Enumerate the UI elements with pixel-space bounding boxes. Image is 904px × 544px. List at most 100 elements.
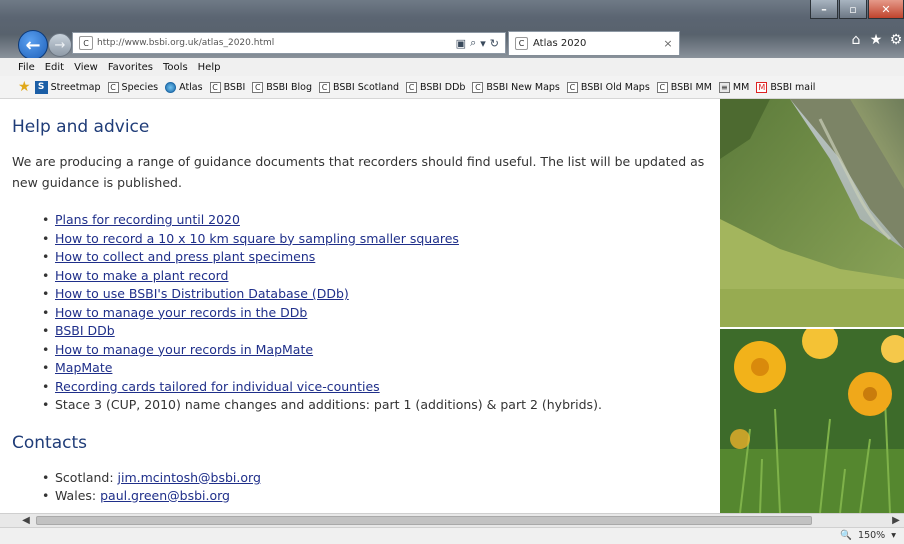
address-bar[interactable]: C http://www.bsbi.org.uk/atlas_2020.html… xyxy=(72,32,506,54)
dropdown-icon[interactable]: ▾ xyxy=(480,37,486,50)
scroll-right-icon[interactable]: ▶ xyxy=(888,514,904,527)
minimize-button[interactable]: – xyxy=(810,0,838,19)
contacts-heading: Contacts xyxy=(12,432,87,453)
favorite-label: BSBI xyxy=(223,81,246,93)
page-icon: C xyxy=(566,81,578,93)
list-item: How to use BSBI's Distribution Database … xyxy=(42,285,717,304)
valley-photo xyxy=(720,99,904,327)
favorite-bsbi-mm[interactable]: C BSBI MM xyxy=(656,81,712,93)
favorite-streetmap[interactable]: S Streetmap xyxy=(34,80,101,94)
horizontal-scrollbar[interactable]: ◀ ▶ xyxy=(0,513,904,527)
scrollbar-thumb[interactable] xyxy=(36,516,812,525)
page-icon: C xyxy=(472,81,484,93)
yellow-flowers-photo xyxy=(720,329,904,513)
list-item: How to manage your records in the DDb xyxy=(42,304,717,323)
link-record-10km-square[interactable]: How to record a 10 x 10 km square by sam… xyxy=(55,231,459,246)
menu-view[interactable]: View xyxy=(74,62,98,73)
maximize-button[interactable]: ▫ xyxy=(839,0,867,19)
list-item: How to make a plant record xyxy=(42,267,717,286)
list-item: Stace 3 (CUP, 2010) name changes and add… xyxy=(42,396,717,415)
home-icon[interactable]: ⌂ xyxy=(848,32,864,48)
favorite-bsbi[interactable]: C BSBI xyxy=(209,81,246,93)
page-favicon-icon: C xyxy=(79,36,93,50)
favorite-label: BSBI MM xyxy=(670,81,712,93)
main-column: Help and advice We are producing a range… xyxy=(12,99,717,505)
favorite-label: BSBI Blog xyxy=(266,81,312,93)
link-manage-records-ddb[interactable]: How to manage your records in the DDb xyxy=(55,305,307,320)
zoom-level: 150% xyxy=(858,530,886,541)
menu-tools[interactable]: Tools xyxy=(163,62,188,73)
page-heading: Help and advice xyxy=(12,117,150,137)
chevron-down-icon[interactable]: ▾ xyxy=(891,530,896,541)
menu-help[interactable]: Help xyxy=(198,62,221,73)
arrow-left-icon: ← xyxy=(25,34,41,56)
globe-icon xyxy=(165,81,177,93)
close-window-button[interactable]: ✕ xyxy=(868,0,904,19)
link-mapmate[interactable]: MapMate xyxy=(55,360,112,375)
contacts-list: Scotland: jim.mcintosh@bsbi.org Wales: p… xyxy=(42,469,717,505)
address-url[interactable]: http://www.bsbi.org.uk/atlas_2020.html xyxy=(97,38,456,48)
page-content: Help and advice We are producing a range… xyxy=(0,99,904,513)
gear-icon[interactable]: ⚙ xyxy=(888,32,904,48)
favorite-bsbi-blog[interactable]: C BSBI Blog xyxy=(252,81,312,93)
menu-file[interactable]: File xyxy=(18,62,35,73)
page-icon: C xyxy=(656,81,668,93)
link-collect-press-specimens[interactable]: How to collect and press plant specimens xyxy=(55,249,315,264)
zoom-control[interactable]: 🔍 150% ▾ xyxy=(840,530,896,541)
favorite-mm[interactable]: ≡ MM xyxy=(718,81,750,93)
list-item: BSBI DDb xyxy=(42,322,717,341)
grid-icon: ≡ xyxy=(718,81,730,93)
arrow-right-icon: → xyxy=(54,37,66,53)
contact-label: Scotland: xyxy=(55,469,118,485)
favorite-bsbi-old-maps[interactable]: C BSBI Old Maps xyxy=(566,81,650,93)
page-icon: C xyxy=(209,81,221,93)
browser-titlebar: – ▫ ✕ ← → C http://www.bsbi.org.uk/atlas… xyxy=(0,0,904,60)
list-item: Recording cards tailored for individual … xyxy=(42,378,717,397)
menu-edit[interactable]: Edit xyxy=(45,62,64,73)
favorites-star-icon[interactable]: ★ xyxy=(868,32,884,48)
window-controls: – ▫ ✕ xyxy=(809,0,904,22)
s-icon: S xyxy=(34,80,48,94)
favorite-atlas[interactable]: Atlas xyxy=(165,81,203,93)
list-item: Wales: paul.green@bsbi.org xyxy=(42,487,717,505)
page-icon: C xyxy=(107,81,119,93)
link-manage-records-mapmate[interactable]: How to manage your records in MapMate xyxy=(55,342,313,357)
favorite-bsbi-mail[interactable]: M BSBI mail xyxy=(756,81,816,93)
scroll-left-icon[interactable]: ◀ xyxy=(18,514,34,527)
favorite-label: BSBI Scotland xyxy=(333,81,400,93)
gmail-icon: M xyxy=(756,81,768,93)
contact-email-scotland[interactable]: jim.mcintosh@bsbi.org xyxy=(118,470,261,485)
contact-email-wales[interactable]: paul.green@bsbi.org xyxy=(100,488,230,503)
favorite-label: Species xyxy=(121,81,159,93)
close-tab-icon[interactable]: × xyxy=(661,37,675,50)
add-favorite-star-icon[interactable]: ★ xyxy=(18,79,31,95)
favorite-bsbi-scotland[interactable]: C BSBI Scotland xyxy=(319,81,400,93)
favorite-label: MM xyxy=(732,81,750,93)
favorite-bsbi-new-maps[interactable]: C BSBI New Maps xyxy=(472,81,560,93)
tab-atlas-2020[interactable]: C Atlas 2020 × xyxy=(508,31,680,55)
link-make-plant-record[interactable]: How to make a plant record xyxy=(55,268,229,283)
list-item: How to record a 10 x 10 km square by sam… xyxy=(42,230,717,249)
favorite-label: BSBI Old Maps xyxy=(580,81,650,93)
link-recording-cards[interactable]: Recording cards tailored for individual … xyxy=(55,379,380,394)
page-icon: C xyxy=(406,81,418,93)
search-icon[interactable]: ⌕ xyxy=(470,36,476,50)
contact-label: Wales: xyxy=(55,487,101,503)
favorite-label: Atlas xyxy=(179,81,203,93)
favorite-species[interactable]: C Species xyxy=(107,81,159,93)
back-button[interactable]: ← xyxy=(18,30,48,60)
status-bar: 🔍 150% ▾ xyxy=(0,527,904,544)
favorite-label: BSBI mail xyxy=(770,81,816,93)
favorites-bar: ★ S Streetmap C Species Atlas C BSBI C BSBI … xyxy=(0,76,904,99)
page-icon: C xyxy=(319,81,330,93)
compatibility-view-icon[interactable]: ▣ xyxy=(456,37,466,50)
favorite-bsbi-ddb[interactable]: C BSBI DDb xyxy=(406,81,465,93)
refresh-icon[interactable]: ↻ xyxy=(490,37,499,50)
link-plans-for-recording[interactable]: Plans for recording until 2020 xyxy=(55,212,240,227)
link-bsbi-ddb[interactable]: BSBI DDb xyxy=(55,323,115,338)
link-use-ddb[interactable]: How to use BSBI's Distribution Database … xyxy=(55,286,349,301)
forward-button[interactable]: → xyxy=(48,33,72,57)
favorite-label: Streetmap xyxy=(50,81,101,93)
menu-favorites[interactable]: Favorites xyxy=(108,62,153,73)
zoom-icon: 🔍 xyxy=(840,530,853,541)
